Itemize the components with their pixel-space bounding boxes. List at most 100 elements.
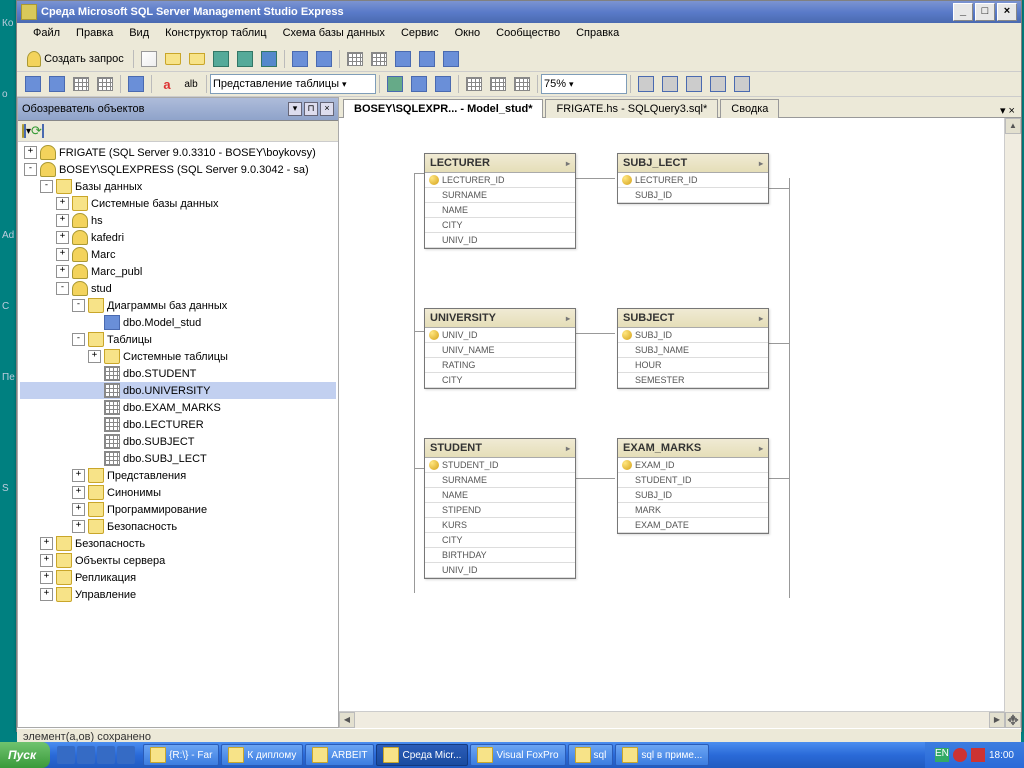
expand-toggle[interactable]: +: [56, 248, 69, 261]
tree-node[interactable]: +Репликация: [20, 569, 336, 586]
tree-node[interactable]: -Диаграммы баз данных: [20, 297, 336, 314]
expand-toggle[interactable]: +: [72, 520, 85, 533]
table-column[interactable]: STUDENT_ID: [425, 458, 575, 473]
system-tray[interactable]: EN 18:00: [925, 742, 1024, 768]
menu-diagram[interactable]: Схема базы данных: [275, 25, 393, 45]
taskbar-item[interactable]: sql в приме...: [615, 744, 709, 766]
table-column[interactable]: EXAM_DATE: [618, 518, 768, 533]
tb-btn[interactable]: alb: [180, 73, 202, 95]
expand-toggle[interactable]: -: [40, 180, 53, 193]
tb-btn[interactable]: [138, 48, 160, 70]
table-column[interactable]: SEMESTER: [618, 373, 768, 388]
tree-node[interactable]: +kafedri: [20, 229, 336, 246]
table-column[interactable]: CITY: [425, 373, 575, 388]
tb-btn[interactable]: [94, 73, 116, 95]
expand-toggle[interactable]: +: [40, 588, 53, 601]
table-column[interactable]: EXAM_ID: [618, 458, 768, 473]
tb-btn[interactable]: [70, 73, 92, 95]
tb-btn[interactable]: [384, 73, 406, 95]
table-header[interactable]: EXAM_MARKS: [618, 439, 768, 458]
tb-btn[interactable]: [22, 73, 44, 95]
tree-node[interactable]: +Безопасность: [20, 535, 336, 552]
tb-btn[interactable]: [234, 48, 256, 70]
table-column[interactable]: UNIV_NAME: [425, 343, 575, 358]
start-button[interactable]: Пуск: [0, 742, 50, 768]
menu-edit[interactable]: Правка: [68, 25, 121, 45]
taskbar-item[interactable]: ARBEIT: [305, 744, 374, 766]
tb-btn[interactable]: [408, 73, 430, 95]
taskbar-item[interactable]: Visual FoxPro: [470, 744, 565, 766]
table-column[interactable]: BIRTHDAY: [425, 548, 575, 563]
tb-btn[interactable]: [162, 48, 184, 70]
tab-diagram[interactable]: BOSEY\SQLEXPR... - Model_stud*: [343, 99, 543, 118]
scroll-up-button[interactable]: ▲: [1005, 118, 1021, 134]
tree-node[interactable]: +Синонимы: [20, 484, 336, 501]
table-header[interactable]: UNIVERSITY: [425, 309, 575, 328]
table-column[interactable]: SUBJ_ID: [618, 328, 768, 343]
table-column[interactable]: SUBJ_ID: [618, 188, 768, 203]
tb-btn[interactable]: [707, 73, 729, 95]
tabs-dropdown[interactable]: ▾ ×: [994, 104, 1021, 117]
tb-btn[interactable]: [511, 73, 533, 95]
db-table-university[interactable]: UNIVERSITYUNIV_IDUNIV_NAMERATINGCITY: [424, 308, 576, 389]
expand-toggle[interactable]: -: [72, 333, 85, 346]
tb-btn[interactable]: [344, 48, 366, 70]
tb-btn[interactable]: [46, 73, 68, 95]
tree-node[interactable]: -Базы данных: [20, 178, 336, 195]
tray-lang[interactable]: EN: [935, 748, 949, 762]
tray-icon[interactable]: [971, 748, 985, 762]
tree-node[interactable]: +FRIGATE (SQL Server 9.0.3310 - BOSEY\bo…: [20, 144, 336, 161]
tree-node[interactable]: +Marc: [20, 246, 336, 263]
tree-node[interactable]: +hs: [20, 212, 336, 229]
minimize-button[interactable]: _: [953, 3, 973, 21]
vertical-scrollbar[interactable]: ▲ ▼: [1004, 118, 1021, 728]
expand-toggle[interactable]: +: [40, 571, 53, 584]
tb-btn[interactable]: [392, 48, 414, 70]
table-column[interactable]: STUDENT_ID: [618, 473, 768, 488]
taskbar-item[interactable]: {R:\} - Far: [143, 744, 219, 766]
tree-node[interactable]: +Системные базы данных: [20, 195, 336, 212]
tree-node[interactable]: -BOSEY\SQLEXPRESS (SQL Server 9.0.3042 -…: [20, 161, 336, 178]
tree-node[interactable]: dbo.EXAM_MARKS: [20, 399, 336, 416]
menu-help[interactable]: Справка: [568, 25, 627, 45]
table-header[interactable]: LECTURER: [425, 154, 575, 173]
tb-btn[interactable]: [125, 73, 147, 95]
scroll-right-button[interactable]: ▶: [989, 712, 1005, 728]
tray-icon[interactable]: [953, 748, 967, 762]
table-column[interactable]: CITY: [425, 533, 575, 548]
refresh-button[interactable]: ⟳: [31, 123, 42, 139]
taskbar-item[interactable]: Среда Micr...: [376, 744, 468, 766]
tb-btn[interactable]: [313, 48, 335, 70]
ql-icon[interactable]: [77, 746, 95, 764]
tree-node[interactable]: -Таблицы: [20, 331, 336, 348]
tab-query[interactable]: FRIGATE.hs - SQLQuery3.sql*: [545, 99, 718, 118]
panel-close-button[interactable]: ×: [320, 102, 334, 116]
table-column[interactable]: LECTURER_ID: [425, 173, 575, 188]
tree-node[interactable]: dbo.Model_stud: [20, 314, 336, 331]
table-column[interactable]: RATING: [425, 358, 575, 373]
menu-designer[interactable]: Конструктор таблиц: [157, 25, 274, 45]
menu-tools[interactable]: Сервис: [393, 25, 447, 45]
tree-node[interactable]: dbo.STUDENT: [20, 365, 336, 382]
expand-toggle[interactable]: +: [56, 197, 69, 210]
db-table-exam_marks[interactable]: EXAM_MARKSEXAM_IDSTUDENT_IDSUBJ_IDMARKEX…: [617, 438, 769, 534]
table-column[interactable]: LECTURER_ID: [618, 173, 768, 188]
tree-node[interactable]: -stud: [20, 280, 336, 297]
menu-file[interactable]: Файл: [25, 25, 68, 45]
expand-toggle[interactable]: +: [56, 214, 69, 227]
expand-toggle[interactable]: +: [72, 503, 85, 516]
tree-node[interactable]: dbo.UNIVERSITY: [20, 382, 336, 399]
table-column[interactable]: HOUR: [618, 358, 768, 373]
tb-btn[interactable]: [186, 48, 208, 70]
tree-node[interactable]: +Программирование: [20, 501, 336, 518]
tb-btn[interactable]: [432, 73, 454, 95]
table-header[interactable]: SUBJ_LECT: [618, 154, 768, 173]
tb-btn[interactable]: [731, 73, 753, 95]
table-column[interactable]: SUBJ_ID: [618, 488, 768, 503]
titlebar[interactable]: Среда Microsoft SQL Server Management St…: [17, 1, 1021, 23]
tab-summary[interactable]: Сводка: [720, 99, 779, 118]
tb-btn[interactable]: [210, 48, 232, 70]
table-column[interactable]: CITY: [425, 218, 575, 233]
close-button[interactable]: ×: [997, 3, 1017, 21]
table-column[interactable]: STIPEND: [425, 503, 575, 518]
